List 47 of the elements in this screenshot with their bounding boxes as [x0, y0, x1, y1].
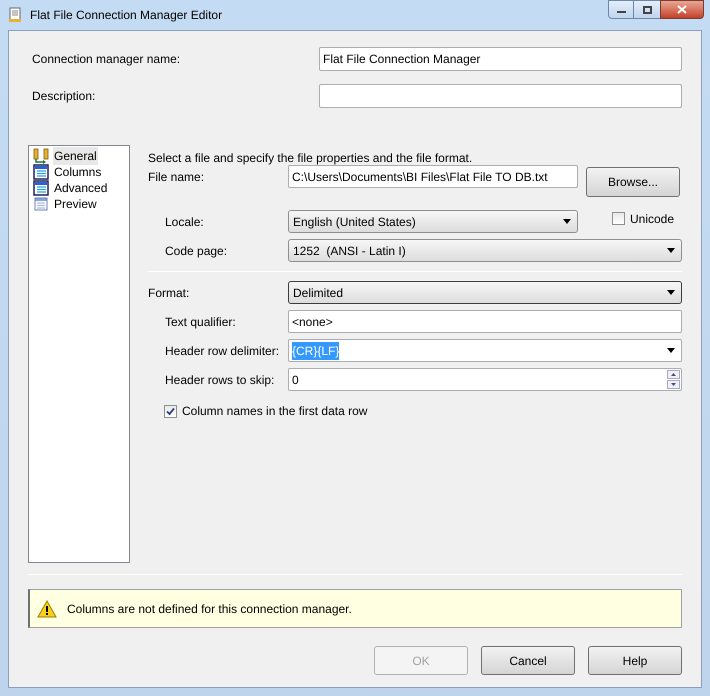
warning-message: Columns are not defined for this connection manager.: [67, 600, 352, 618]
spin-down-icon[interactable]: [667, 380, 680, 389]
dialog-button[interactable]: Cancel: [481, 646, 575, 675]
dropdown-arrow-icon: [667, 248, 675, 253]
field-label: Code page:: [164, 242, 228, 260]
dropdown-arrow-icon: [667, 348, 675, 353]
minimize-button[interactable]: [608, 0, 634, 19]
field-label: Connection manager name:: [31, 50, 182, 68]
spin-up-icon[interactable]: [667, 370, 680, 379]
document-icon: [8, 7, 22, 23]
field-label: Description:: [31, 88, 96, 104]
table-icon: [33, 164, 49, 180]
format-dropdown[interactable]: Delimited: [288, 281, 682, 304]
warning-icon: [37, 600, 57, 618]
page-list-item[interactable]: Advanced: [53, 179, 108, 197]
browse-button[interactable]: Browse...: [586, 167, 680, 197]
dropdown-arrow-icon: [667, 290, 675, 295]
instruction-text: Select a file and specify the file properties and the file format.: [148, 150, 474, 167]
maximize-button[interactable]: [634, 0, 660, 19]
field-label: File name:: [148, 169, 206, 186]
page-list-item[interactable]: General: [53, 147, 98, 165]
table-icon: [33, 196, 49, 212]
dropdown-arrow-icon: [563, 219, 571, 224]
folder-arrow-icon: [33, 148, 49, 164]
description-field[interactable]: [319, 84, 682, 108]
checkbox[interactable]: [164, 404, 177, 418]
window-title: Flat File Connection Manager Editor: [30, 7, 222, 24]
file-name-field[interactable]: C:\Users\Documents\BI Files\Flat File TO DB.txt: [288, 165, 578, 188]
dialog-button[interactable]: Help: [588, 646, 682, 675]
table-icon: [33, 180, 49, 196]
field-label: Locale:: [164, 214, 205, 230]
text-qualifier-field[interactable]: <none>: [288, 310, 682, 333]
header-rows-spinner[interactable]: 0: [288, 368, 682, 391]
field-label: Header row delimiter:: [164, 342, 280, 360]
checkbox-label: Column names in the first data row: [182, 403, 368, 420]
field-label: Text qualifier:: [164, 314, 237, 330]
close-icon: [677, 5, 687, 14]
page-list-item[interactable]: Preview: [53, 195, 98, 213]
field-label: Format:: [148, 284, 190, 302]
page-list-item[interactable]: Columns: [53, 163, 102, 181]
close-button[interactable]: [660, 0, 704, 19]
checkbox-label: Unicode: [630, 210, 674, 228]
checkbox[interactable]: [612, 212, 625, 225]
name-field[interactable]: Flat File Connection Manager: [319, 46, 682, 70]
field-label: Header rows to skip:: [164, 372, 276, 388]
code-page-dropdown[interactable]: 1252 (ANSI - Latin I): [288, 239, 682, 262]
locale-dropdown[interactable]: English (United States): [288, 210, 578, 233]
